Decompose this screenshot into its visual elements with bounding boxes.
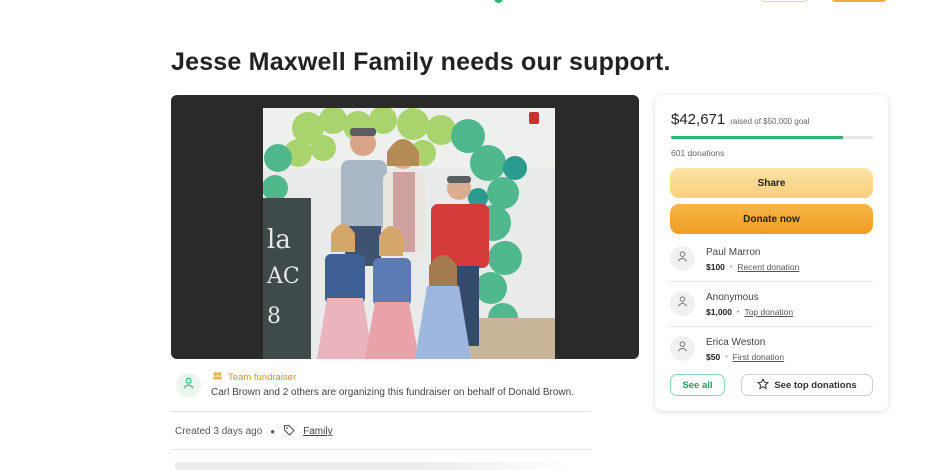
donor-name: Paul Marron [706, 247, 761, 258]
page-title: Jesse Maxwell Family needs our support. [171, 48, 671, 76]
donor-avatar [670, 291, 695, 316]
separator-dot: ● [270, 427, 276, 436]
campaign-photo: la AC 8 [263, 108, 555, 359]
tag-icon [283, 424, 295, 439]
donor-name: Erica Weston [706, 337, 766, 348]
team-fundraiser-label: Team fundraiser [212, 371, 296, 383]
donor-amount: $100 [706, 262, 725, 272]
heart-hand-icon [182, 377, 195, 395]
svg-text:la: la [267, 225, 291, 255]
donor-tag-link[interactable]: Top donation [744, 307, 793, 317]
donation-count: 601 donations [671, 148, 725, 158]
separator-dot: • [737, 308, 740, 316]
organizer-avatar[interactable] [176, 373, 201, 398]
progress-fill [671, 136, 843, 139]
story-text-preview [175, 462, 575, 470]
see-all-button[interactable]: See all [670, 374, 725, 396]
separator-dot: • [729, 263, 733, 271]
donor-tag-link[interactable]: First donation [733, 352, 785, 362]
divider [670, 326, 873, 327]
share-button[interactable]: Share [670, 168, 873, 198]
see-top-donations-label: See top donations [774, 379, 857, 391]
donor-amount: $50 [706, 352, 721, 362]
donor-name: Anonymous [706, 292, 759, 303]
site-logo[interactable] [494, 0, 564, 3]
divider [670, 281, 873, 282]
divider [171, 449, 591, 450]
donor-icon [676, 250, 689, 268]
created-date: Created 3 days ago [175, 426, 263, 437]
donate-now-button[interactable]: Donate now [670, 204, 873, 234]
header-button-primary[interactable] [830, 0, 888, 2]
star-icon [757, 377, 770, 393]
raised-amount: $42,671 [671, 111, 726, 128]
header-button-secondary[interactable] [760, 0, 810, 2]
donor-icon [676, 340, 689, 358]
organizer-description: Carl Brown and 2 others are organizing t… [211, 387, 574, 398]
donor-icon [676, 295, 689, 313]
category-link[interactable]: Family [303, 426, 332, 437]
goal-text: raised of $50,000 goal [730, 117, 810, 126]
separator-dot: • [725, 353, 728, 361]
divider [171, 411, 591, 412]
donor-amount: $1,000 [706, 307, 732, 317]
donation-card: $42,671 raised of $50,000 goal 601 donat… [655, 95, 888, 411]
donor-avatar [670, 336, 695, 361]
team-fundraiser-text: Team fundraiser [228, 371, 297, 383]
svg-text:8: 8 [267, 304, 281, 329]
svg-text:AC: AC [266, 264, 300, 289]
campaign-meta: Created 3 days ago ● Family [175, 424, 333, 439]
team-icon [212, 371, 223, 383]
see-top-donations-button[interactable]: See top donations [741, 374, 873, 396]
donor-avatar [670, 246, 695, 271]
donor-item: Paul Marron $100 • Recent donation [670, 241, 873, 281]
amount-raised: $42,671 raised of $50,000 goal [671, 111, 809, 128]
donor-item: Erica Weston $50 • First donation [670, 331, 873, 371]
donor-tag-link[interactable]: Recent donation [737, 262, 799, 272]
donor-item: Anonymous $1,000 • Top donation [670, 286, 873, 326]
progress-bar [671, 136, 873, 139]
campaign-media[interactable]: la AC 8 [171, 95, 639, 359]
